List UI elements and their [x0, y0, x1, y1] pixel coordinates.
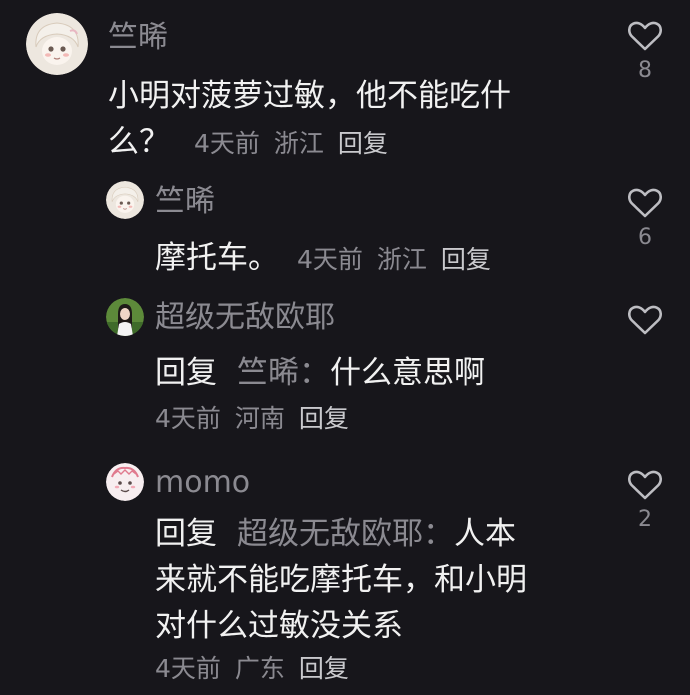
comment-text-content: 摩托车。: [155, 240, 279, 276]
comment-time: 4天前: [194, 129, 260, 158]
like-button[interactable]: 2: [624, 469, 666, 533]
comment-text-line: 么？ 4天前 浙江 回复: [108, 119, 511, 167]
comment-meta: 4天前 浙江 回复: [297, 245, 505, 274]
avatar[interactable]: [26, 13, 88, 75]
comment-text-content: 人本: [454, 516, 516, 552]
comment-meta: 4天前 广东 回复: [155, 653, 363, 685]
comment-reply: momo 回复 超级无敌欧耶：人本 来就不能吃摩托车，和小明 对什么过敏没关系 4…: [0, 445, 690, 695]
comment-text: 小明对菠萝过敏，他不能吃什 么？ 4天前 浙江 回复: [108, 73, 511, 167]
reply-prefix: 回复: [155, 516, 217, 552]
comment-text-line: 对什么过敏没关系: [155, 608, 403, 644]
username[interactable]: 竺晞: [108, 18, 168, 58]
comment-time: 4天前: [297, 245, 363, 274]
comment-text-content: 什么意思啊: [330, 355, 485, 391]
heart-outline-icon: [628, 305, 662, 335]
mention-link[interactable]: 超级无敌欧耶：: [237, 516, 454, 552]
comment-meta: 4天前 河南 回复: [155, 403, 363, 435]
comment-text: 摩托车。 4天前 浙江 回复: [155, 235, 505, 283]
like-button[interactable]: [624, 304, 666, 336]
like-count: 2: [638, 507, 652, 532]
comment-text-line: 回复 超级无敌欧耶：人本: [155, 511, 527, 557]
comment-time: 4天前: [155, 404, 221, 433]
avatar[interactable]: [106, 463, 144, 501]
comment-location: 河南: [234, 404, 285, 433]
avatar[interactable]: [106, 298, 144, 336]
heart-outline-icon: [628, 470, 662, 500]
username[interactable]: momo: [155, 463, 250, 503]
comment-reply: 超级无敌欧耶 回复 竺晞：什么意思啊 4天前 河南 回复: [0, 280, 690, 440]
reply-button[interactable]: 回复: [299, 404, 349, 433]
like-count: 6: [638, 225, 652, 250]
reply-button[interactable]: 回复: [338, 129, 388, 158]
reply-button[interactable]: 回复: [441, 245, 491, 274]
comment-time: 4天前: [155, 654, 221, 683]
comment-text-tail: 么？: [108, 124, 170, 160]
comment-item: 竺晞 小明对菠萝过敏，他不能吃什 么？ 4天前 浙江 回复 8: [0, 0, 690, 165]
username[interactable]: 超级无敌欧耶: [155, 298, 335, 338]
like-count: 8: [638, 58, 652, 83]
heart-outline-icon: [628, 21, 662, 51]
comment-location: 浙江: [376, 245, 427, 274]
reply-button[interactable]: 回复: [299, 654, 349, 683]
like-button[interactable]: 6: [624, 187, 666, 251]
like-button[interactable]: 8: [624, 20, 666, 84]
comment-location: 广东: [234, 654, 285, 683]
heart-outline-icon: [628, 188, 662, 218]
comment-reply: 竺晞 摩托车。 4天前 浙江 回复 6: [0, 165, 690, 280]
comment-location: 浙江: [273, 129, 324, 158]
comment-text-line: 小明对菠萝过敏，他不能吃什: [108, 78, 511, 114]
comment-text: 回复 竺晞：什么意思啊: [155, 350, 485, 396]
avatar[interactable]: [106, 181, 144, 219]
comment-meta: 4天前 浙江 回复: [194, 129, 402, 158]
comment-text: 回复 超级无敌欧耶：人本 来就不能吃摩托车，和小明 对什么过敏没关系: [155, 511, 527, 649]
comment-text-line: 来就不能吃摩托车，和小明: [155, 562, 527, 598]
username[interactable]: 竺晞: [155, 182, 215, 222]
mention-link[interactable]: 竺晞：: [237, 355, 330, 391]
reply-prefix: 回复: [155, 355, 217, 391]
